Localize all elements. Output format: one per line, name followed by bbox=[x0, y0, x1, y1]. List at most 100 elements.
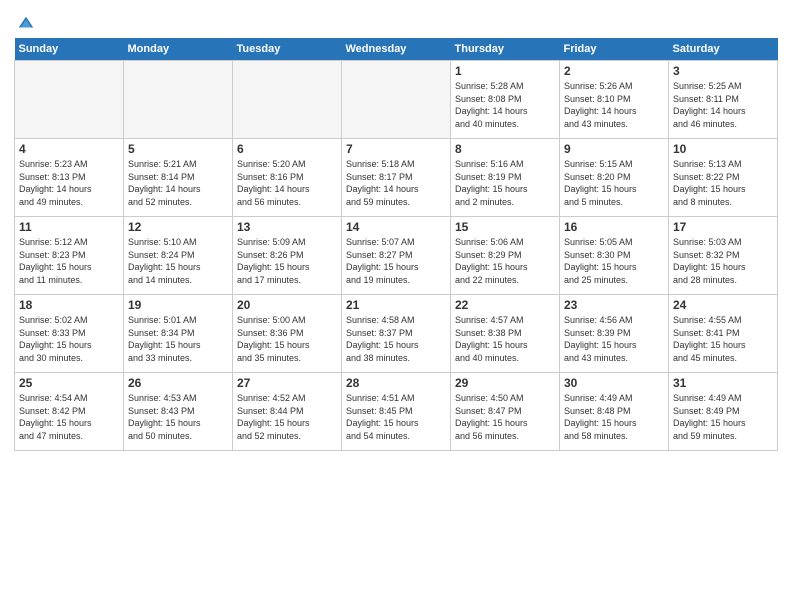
calendar-cell: 20 Sunrise: 5:00 AMSunset: 8:36 PMDayligh… bbox=[233, 295, 342, 373]
calendar-header-monday: Monday bbox=[124, 38, 233, 61]
day-number: 6 bbox=[237, 142, 337, 156]
calendar-cell: 31 Sunrise: 4:49 AMSunset: 8:49 PMDayligh… bbox=[669, 373, 778, 451]
header bbox=[14, 10, 778, 32]
calendar-cell: 6Sunrise: 5:20 AMSunset: 8:16 PMDaylight… bbox=[233, 139, 342, 217]
calendar-cell: 14 Sunrise: 5:07 AMSunset: 8:27 PMDayligh… bbox=[342, 217, 451, 295]
calendar-cell: 12 Sunrise: 5:10 AMSunset: 8:24 PMDayligh… bbox=[124, 217, 233, 295]
day-number: 9 bbox=[564, 142, 664, 156]
calendar-cell: 2 Sunrise: 5:26 AMSunset: 8:10 PMDaylight… bbox=[560, 61, 669, 139]
calendar-cell: 16 Sunrise: 5:05 AMSunset: 8:30 PMDayligh… bbox=[560, 217, 669, 295]
calendar-header-saturday: Saturday bbox=[669, 38, 778, 61]
calendar-cell: 18 Sunrise: 5:02 AMSunset: 8:33 PMDayligh… bbox=[15, 295, 124, 373]
day-info: Sunrise: 4:50 AMSunset: 8:47 PMDaylight:… bbox=[455, 392, 555, 442]
calendar-cell: 19 Sunrise: 5:01 AMSunset: 8:34 PMDayligh… bbox=[124, 295, 233, 373]
calendar-cell: 10 Sunrise: 5:13 AMSunset: 8:22 PMDayligh… bbox=[669, 139, 778, 217]
day-number: 4 bbox=[19, 142, 119, 156]
day-info: Sunrise: 5:28 AMSunset: 8:08 PMDaylight:… bbox=[455, 80, 555, 130]
logo-icon bbox=[17, 14, 35, 32]
logo bbox=[14, 14, 35, 32]
day-number: 8 bbox=[455, 142, 555, 156]
day-number: 27 bbox=[237, 376, 337, 390]
day-number: 10 bbox=[673, 142, 773, 156]
day-number: 23 bbox=[564, 298, 664, 312]
day-info: Sunrise: 5:07 AMSunset: 8:27 PMDaylight:… bbox=[346, 236, 446, 286]
calendar-week-4: 18 Sunrise: 5:02 AMSunset: 8:33 PMDayligh… bbox=[15, 295, 778, 373]
day-number: 28 bbox=[346, 376, 446, 390]
calendar-cell bbox=[342, 61, 451, 139]
calendar-cell: 28 Sunrise: 4:51 AMSunset: 8:45 PMDayligh… bbox=[342, 373, 451, 451]
calendar-cell bbox=[233, 61, 342, 139]
calendar-cell: 26Sunrise: 4:53 AMSunset: 8:43 PMDayligh… bbox=[124, 373, 233, 451]
day-info: Sunrise: 4:52 AMSunset: 8:44 PMDaylight:… bbox=[237, 392, 337, 442]
day-info: Sunrise: 4:49 AMSunset: 8:49 PMDaylight:… bbox=[673, 392, 773, 442]
day-number: 30 bbox=[564, 376, 664, 390]
day-number: 1 bbox=[455, 64, 555, 78]
day-info: Sunrise: 5:00 AMSunset: 8:36 PMDaylight:… bbox=[237, 314, 337, 364]
calendar-cell: 25Sunrise: 4:54 AMSunset: 8:42 PMDayligh… bbox=[15, 373, 124, 451]
calendar-cell: 11 Sunrise: 5:12 AMSunset: 8:23 PMDayligh… bbox=[15, 217, 124, 295]
calendar-cell: 8 Sunrise: 5:16 AMSunset: 8:19 PMDaylight… bbox=[451, 139, 560, 217]
day-number: 19 bbox=[128, 298, 228, 312]
calendar-header-row: SundayMondayTuesdayWednesdayThursdayFrid… bbox=[15, 38, 778, 61]
calendar-cell bbox=[15, 61, 124, 139]
day-number: 2 bbox=[564, 64, 664, 78]
calendar-cell: 7 Sunrise: 5:18 AMSunset: 8:17 PMDaylight… bbox=[342, 139, 451, 217]
day-number: 5 bbox=[128, 142, 228, 156]
calendar-week-1: 1 Sunrise: 5:28 AMSunset: 8:08 PMDaylight… bbox=[15, 61, 778, 139]
day-number: 31 bbox=[673, 376, 773, 390]
day-info: Sunrise: 5:16 AMSunset: 8:19 PMDaylight:… bbox=[455, 158, 555, 208]
day-info: Sunrise: 5:01 AMSunset: 8:34 PMDaylight:… bbox=[128, 314, 228, 364]
day-number: 3 bbox=[673, 64, 773, 78]
calendar-cell: 1 Sunrise: 5:28 AMSunset: 8:08 PMDaylight… bbox=[451, 61, 560, 139]
day-number: 12 bbox=[128, 220, 228, 234]
calendar-cell: 4Sunrise: 5:23 AMSunset: 8:13 PMDaylight… bbox=[15, 139, 124, 217]
day-info: Sunrise: 5:09 AMSunset: 8:26 PMDaylight:… bbox=[237, 236, 337, 286]
day-number: 26 bbox=[128, 376, 228, 390]
calendar-cell: 13 Sunrise: 5:09 AMSunset: 8:26 PMDayligh… bbox=[233, 217, 342, 295]
calendar-cell: 30 Sunrise: 4:49 AMSunset: 8:48 PMDayligh… bbox=[560, 373, 669, 451]
calendar-cell: 24 Sunrise: 4:55 AMSunset: 8:41 PMDayligh… bbox=[669, 295, 778, 373]
calendar-header-friday: Friday bbox=[560, 38, 669, 61]
calendar-week-3: 11 Sunrise: 5:12 AMSunset: 8:23 PMDayligh… bbox=[15, 217, 778, 295]
calendar-cell: 17 Sunrise: 5:03 AMSunset: 8:32 PMDayligh… bbox=[669, 217, 778, 295]
calendar-cell: 23 Sunrise: 4:56 AMSunset: 8:39 PMDayligh… bbox=[560, 295, 669, 373]
day-info: Sunrise: 4:57 AMSunset: 8:38 PMDaylight:… bbox=[455, 314, 555, 364]
day-number: 16 bbox=[564, 220, 664, 234]
calendar-cell: 15Sunrise: 5:06 AMSunset: 8:29 PMDayligh… bbox=[451, 217, 560, 295]
day-number: 25 bbox=[19, 376, 119, 390]
day-info: Sunrise: 5:25 AMSunset: 8:11 PMDaylight:… bbox=[673, 80, 773, 130]
day-info: Sunrise: 4:49 AMSunset: 8:48 PMDaylight:… bbox=[564, 392, 664, 442]
day-number: 22 bbox=[455, 298, 555, 312]
day-number: 11 bbox=[19, 220, 119, 234]
day-number: 14 bbox=[346, 220, 446, 234]
day-number: 20 bbox=[237, 298, 337, 312]
calendar-header-tuesday: Tuesday bbox=[233, 38, 342, 61]
day-number: 17 bbox=[673, 220, 773, 234]
calendar-week-5: 25Sunrise: 4:54 AMSunset: 8:42 PMDayligh… bbox=[15, 373, 778, 451]
calendar-header-thursday: Thursday bbox=[451, 38, 560, 61]
day-info: Sunrise: 5:05 AMSunset: 8:30 PMDaylight:… bbox=[564, 236, 664, 286]
day-number: 18 bbox=[19, 298, 119, 312]
day-info: Sunrise: 4:51 AMSunset: 8:45 PMDaylight:… bbox=[346, 392, 446, 442]
day-info: Sunrise: 5:21 AMSunset: 8:14 PMDaylight:… bbox=[128, 158, 228, 208]
calendar-week-2: 4Sunrise: 5:23 AMSunset: 8:13 PMDaylight… bbox=[15, 139, 778, 217]
day-number: 29 bbox=[455, 376, 555, 390]
day-number: 15 bbox=[455, 220, 555, 234]
day-info: Sunrise: 5:15 AMSunset: 8:20 PMDaylight:… bbox=[564, 158, 664, 208]
day-info: Sunrise: 4:56 AMSunset: 8:39 PMDaylight:… bbox=[564, 314, 664, 364]
day-info: Sunrise: 5:10 AMSunset: 8:24 PMDaylight:… bbox=[128, 236, 228, 286]
day-number: 24 bbox=[673, 298, 773, 312]
day-number: 13 bbox=[237, 220, 337, 234]
day-info: Sunrise: 5:03 AMSunset: 8:32 PMDaylight:… bbox=[673, 236, 773, 286]
day-info: Sunrise: 5:02 AMSunset: 8:33 PMDaylight:… bbox=[19, 314, 119, 364]
day-number: 21 bbox=[346, 298, 446, 312]
day-info: Sunrise: 5:18 AMSunset: 8:17 PMDaylight:… bbox=[346, 158, 446, 208]
day-number: 7 bbox=[346, 142, 446, 156]
day-info: Sunrise: 5:12 AMSunset: 8:23 PMDaylight:… bbox=[19, 236, 119, 286]
calendar-cell: 29 Sunrise: 4:50 AMSunset: 8:47 PMDayligh… bbox=[451, 373, 560, 451]
day-info: Sunrise: 5:13 AMSunset: 8:22 PMDaylight:… bbox=[673, 158, 773, 208]
day-info: Sunrise: 5:26 AMSunset: 8:10 PMDaylight:… bbox=[564, 80, 664, 130]
calendar-table: SundayMondayTuesdayWednesdayThursdayFrid… bbox=[14, 38, 778, 451]
calendar-cell: 27 Sunrise: 4:52 AMSunset: 8:44 PMDayligh… bbox=[233, 373, 342, 451]
day-info: Sunrise: 4:55 AMSunset: 8:41 PMDaylight:… bbox=[673, 314, 773, 364]
